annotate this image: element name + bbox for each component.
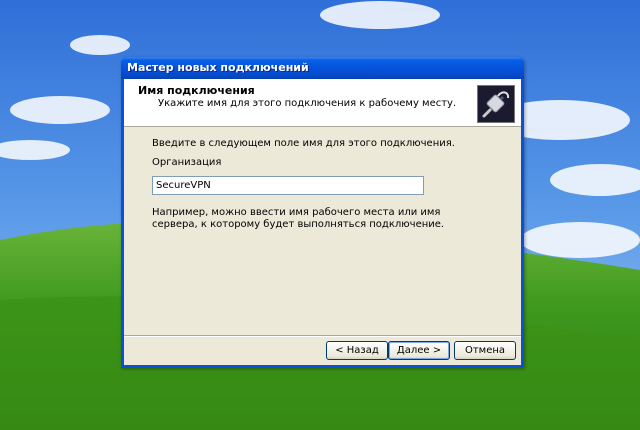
window-titlebar[interactable]: Мастер новых подключений <box>121 57 524 79</box>
network-cable-icon <box>477 85 515 123</box>
new-connection-wizard-window[interactable]: Мастер новых подключений Имя подключения… <box>121 57 524 368</box>
header-title: Имя подключения <box>138 84 255 97</box>
instruction-text: Введите в следующем поле имя для этого п… <box>152 138 455 149</box>
wizard-body: Введите в следующем поле имя для этого п… <box>124 127 521 315</box>
back-button[interactable]: < Назад <box>326 341 388 360</box>
organization-input[interactable] <box>152 176 424 195</box>
wizard-header: Имя подключения Укажите имя для этого по… <box>124 79 521 127</box>
cancel-button[interactable]: Отмена <box>454 341 516 360</box>
button-separator <box>124 335 521 337</box>
organization-label: Организация <box>152 157 222 168</box>
next-button[interactable]: Далее > <box>388 341 450 360</box>
window-title: Мастер новых подключений <box>127 61 309 74</box>
wizard-client-area: Имя подключения Укажите имя для этого по… <box>124 79 521 365</box>
example-text: Например, можно ввести имя рабочего мест… <box>152 207 445 230</box>
header-subtitle: Укажите имя для этого подключения к рабо… <box>158 98 457 109</box>
